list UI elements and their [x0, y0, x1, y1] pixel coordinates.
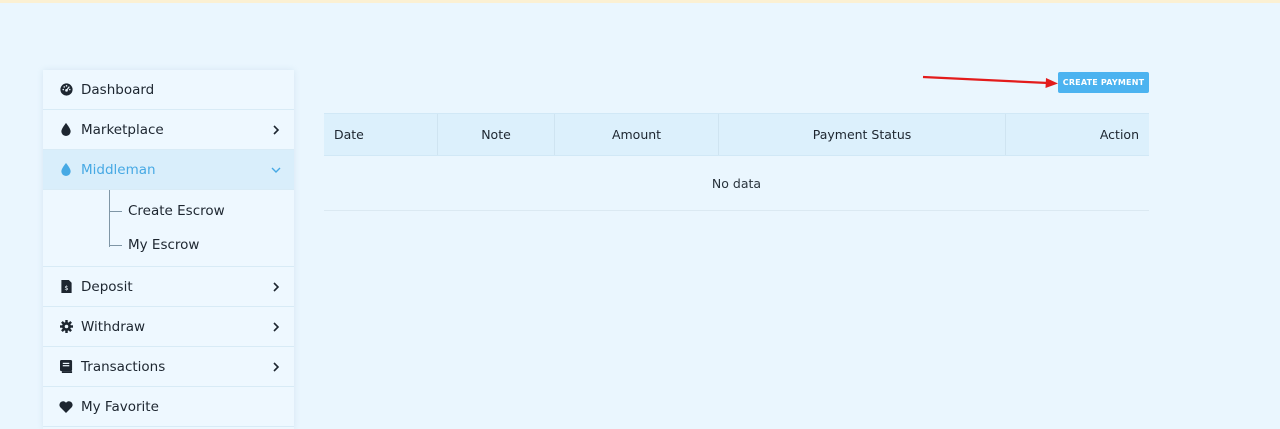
- droplet-icon: [59, 123, 73, 137]
- sidebar: Dashboard Marketplace Middleman Create E…: [43, 70, 294, 429]
- sidebar-item-label: Dashboard: [81, 81, 155, 98]
- sidebar-item-label: Middleman: [81, 161, 156, 178]
- chevron-down-icon: [270, 164, 282, 176]
- sidebar-item-label: Withdraw: [81, 318, 146, 335]
- create-payment-button[interactable]: CREATE PAYMENT: [1058, 72, 1149, 93]
- submenu-item-create-escrow[interactable]: Create Escrow: [109, 201, 225, 221]
- receipt-icon: $: [59, 280, 73, 294]
- sidebar-item-transactions[interactable]: Transactions: [43, 347, 294, 387]
- droplet-icon: [59, 163, 73, 177]
- sidebar-item-withdraw[interactable]: Withdraw: [43, 307, 294, 347]
- sidebar-item-middleman[interactable]: Middleman: [43, 150, 294, 190]
- table-header: Date Note Amount Payment Status Action: [324, 113, 1149, 156]
- column-header-payment-status[interactable]: Payment Status: [719, 114, 1006, 155]
- chevron-right-icon: [270, 361, 282, 373]
- chevron-right-icon: [270, 321, 282, 333]
- dashboard-icon: [59, 83, 73, 97]
- payments-table: Date Note Amount Payment Status Action N…: [324, 113, 1149, 211]
- book-icon: [59, 360, 73, 374]
- svg-text:$: $: [64, 284, 68, 292]
- chevron-right-icon: [270, 281, 282, 293]
- sidebar-item-label: Transactions: [81, 358, 166, 375]
- heart-icon: [59, 400, 73, 414]
- submenu-item-label: My Escrow: [128, 237, 200, 253]
- top-banner-strip: [0, 0, 1280, 3]
- column-header-action[interactable]: Action: [1006, 114, 1149, 155]
- sidebar-item-label: My Favorite: [81, 398, 159, 415]
- sidebar-item-label: Marketplace: [81, 121, 164, 138]
- column-header-amount[interactable]: Amount: [555, 114, 719, 155]
- sidebar-item-marketplace[interactable]: Marketplace: [43, 110, 294, 150]
- sidebar-item-my-favorite[interactable]: My Favorite: [43, 387, 294, 427]
- gear-icon: [59, 320, 73, 334]
- sidebar-item-dashboard[interactable]: Dashboard: [43, 70, 294, 110]
- sidebar-item-label: Deposit: [81, 278, 133, 295]
- empty-state-text: No data: [324, 156, 1149, 211]
- sidebar-item-deposit[interactable]: $ Deposit: [43, 267, 294, 307]
- column-header-date[interactable]: Date: [324, 114, 438, 155]
- middleman-submenu: Create Escrow My Escrow: [43, 190, 294, 267]
- chevron-right-icon: [270, 124, 282, 136]
- submenu-item-label: Create Escrow: [128, 203, 225, 219]
- tree-branch: [109, 210, 122, 212]
- column-header-note[interactable]: Note: [438, 114, 555, 155]
- tree-branch: [109, 244, 122, 246]
- annotation-arrow-icon: [922, 75, 1058, 88]
- submenu-item-my-escrow[interactable]: My Escrow: [109, 235, 199, 255]
